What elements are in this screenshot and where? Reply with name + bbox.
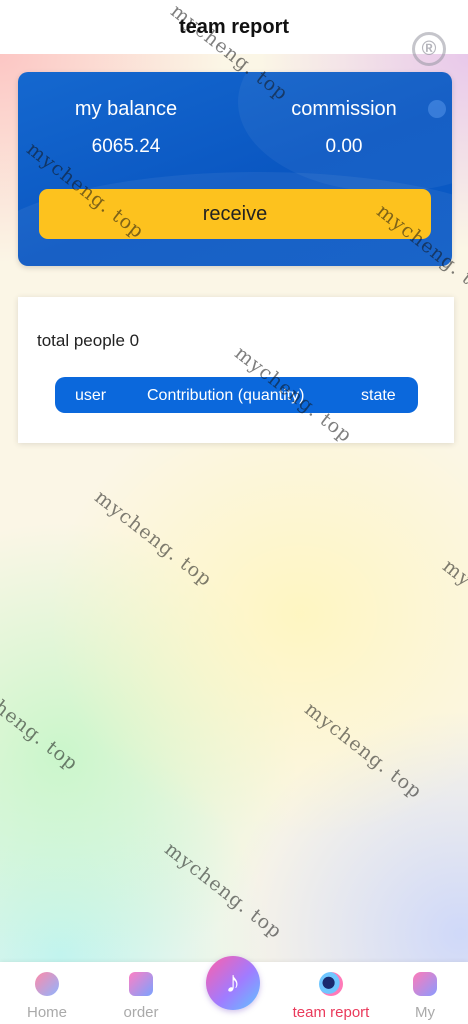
total-people-text: total people 0 [37,331,140,350]
team-icon [319,972,343,996]
tab-order[interactable]: order [94,962,188,1024]
tab-label: My [415,1004,435,1021]
tab-home[interactable]: Home [0,962,94,1024]
receive-button[interactable]: receive [39,189,431,239]
team-summary-card: total people 0 user Contribution (quanti… [18,297,454,443]
column-header-user: user [75,387,107,404]
balance-label: my balance [74,98,178,120]
music-note-icon[interactable]: ♪ [206,956,260,1010]
balance-card: my balance 6065.24 commission 0.00 recei… [18,72,452,266]
tab-label: team report [292,1004,370,1021]
order-icon [129,972,153,996]
top-header: team report [0,0,468,54]
balance-value: 6065.24 [91,136,161,157]
column-header-contribution: Contribution (quantity) [147,387,305,404]
home-icon [35,972,59,996]
registered-mark-icon: ® [412,32,446,66]
tab-label: Home [26,1004,67,1021]
column-header-state: state [361,387,396,404]
my-icon [413,972,437,996]
page-title: team report [178,16,290,38]
team-table-header: user Contribution (quantity) state [55,377,418,413]
bottom-tab-bar: Home order ♪ team report My [0,956,468,1024]
tab-label: order [123,1004,159,1021]
tab-my[interactable]: My [378,962,468,1024]
tab-team-report[interactable]: team report [284,962,378,1024]
commission-label: commission [291,98,397,120]
commission-value: 0.00 [325,136,363,157]
